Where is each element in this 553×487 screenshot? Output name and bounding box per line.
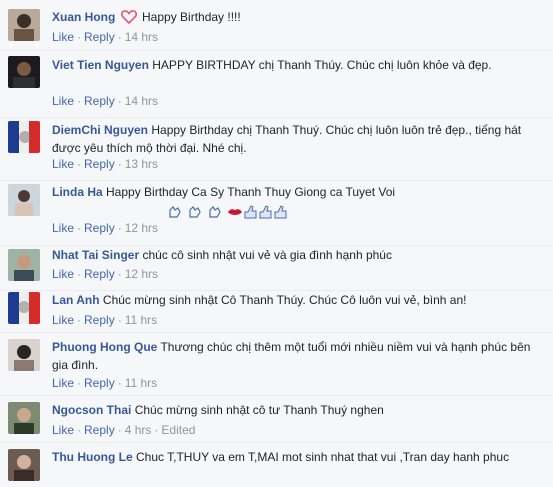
comment: Xuan Hong Happy Birthday !!!! Like · Reply… <box>0 0 553 50</box>
avatar[interactable] <box>8 292 40 324</box>
comment-actions: Like · Reply · 14 hrs <box>52 93 158 109</box>
comment-actions: Like · Reply · 13 hrs <box>52 156 158 172</box>
avatar[interactable] <box>8 339 40 371</box>
timestamp[interactable]: 14 hrs <box>125 30 158 44</box>
comment-text: Chúc mừng sinh nhật cô tư Thanh Thuý ngh… <box>134 403 384 417</box>
comment: Nhat Tai Singer chúc cô sinh nhật vui vẻ… <box>0 246 553 290</box>
comment-actions: Like · Reply · 11 hrs <box>52 312 157 328</box>
comment-actions: Like · Reply · 4 hrs · Edited <box>52 422 195 438</box>
separator: · <box>77 30 82 44</box>
comment: Thu Huong Le Chuc T,THUY va em T,MAI mot… <box>0 443 553 487</box>
timestamp[interactable]: 14 hrs <box>125 94 158 108</box>
like-button[interactable]: Like <box>52 30 74 44</box>
comment: Linda Ha Happy Birthday Ca Sy Thanh Thuy… <box>0 181 553 245</box>
comment-author[interactable]: Nhat Tai Singer <box>52 248 139 262</box>
timestamp[interactable]: 11 hrs <box>125 313 157 327</box>
comment-author[interactable]: Lan Anh <box>52 293 100 307</box>
like-button[interactable]: Like <box>52 94 74 108</box>
comment-actions: Like · Reply · 12 hrs <box>52 220 158 236</box>
timestamp[interactable]: 12 hrs <box>125 267 158 281</box>
separator: · <box>77 423 82 437</box>
like-button[interactable]: Like <box>52 376 74 390</box>
comment: Ngocson Thai Chúc mừng sinh nhật cô tư T… <box>0 396 553 442</box>
avatar[interactable] <box>8 9 40 41</box>
comment-author[interactable]: Thu Huong Le <box>52 450 133 464</box>
comment-actions: Like · Reply · 11 hrs <box>52 375 157 391</box>
comment-author[interactable]: Ngocson Thai <box>52 403 131 417</box>
reply-button[interactable]: Reply <box>84 30 115 44</box>
separator: · <box>117 313 122 327</box>
kiss-lips-icon <box>228 209 242 215</box>
separator: · <box>117 376 122 390</box>
timestamp[interactable]: 12 hrs <box>125 221 158 235</box>
separator: · <box>77 157 82 171</box>
comment-actions: Like · Reply · 14 hrs <box>52 29 158 45</box>
separator: · <box>117 267 122 281</box>
separator: · <box>77 94 82 108</box>
separator: · <box>77 267 82 281</box>
like-button[interactable]: Like <box>52 423 74 437</box>
separator: · <box>117 423 122 437</box>
emoji-row <box>167 203 289 219</box>
separator: · <box>117 94 122 108</box>
reply-button[interactable]: Reply <box>84 94 115 108</box>
like-button[interactable]: Like <box>52 313 74 327</box>
avatar[interactable] <box>8 56 40 88</box>
avatar[interactable] <box>8 402 40 434</box>
separator: · <box>154 423 159 437</box>
comment-author[interactable]: Phuong Hong Que <box>52 340 157 354</box>
reply-button[interactable]: Reply <box>84 423 115 437</box>
comment-text: Chuc T,THUY va em T,MAI mot sinh nhat th… <box>136 450 510 464</box>
reply-button[interactable]: Reply <box>84 157 115 171</box>
separator: · <box>77 313 82 327</box>
comment-list: Xuan Hong Happy Birthday !!!! Like · Reply… <box>0 0 553 487</box>
avatar[interactable] <box>8 249 40 281</box>
avatar[interactable] <box>8 184 40 216</box>
thumbs-up-icon <box>244 205 287 219</box>
comment-author[interactable]: Xuan Hong <box>52 10 115 24</box>
timestamp[interactable]: 11 hrs <box>125 376 157 390</box>
comment-text: Happy Birthday Ca Sy Thanh Thuy Giong ca… <box>106 185 396 199</box>
comment-text: chúc cô sinh nhật vui vẻ và gia đình hạn… <box>142 248 392 262</box>
separator: · <box>77 376 82 390</box>
heart-icon <box>120 10 137 24</box>
comment-text: HAPPY BIRTHDAY chị Thanh Thúy. Chúc chị … <box>152 58 492 72</box>
edited-label[interactable]: Edited <box>161 423 195 437</box>
comment-text: Chúc mừng sinh nhật Cô Thanh Thúy. Chúc … <box>102 293 467 307</box>
timestamp[interactable]: 4 hrs <box>125 423 152 437</box>
comment-author[interactable]: DiemChi Nguyen <box>52 123 148 137</box>
avatar[interactable] <box>8 121 40 153</box>
avatar[interactable] <box>8 449 40 481</box>
separator: · <box>117 30 122 44</box>
separator: · <box>77 221 82 235</box>
comment-author[interactable]: Viet Tien Nguyen <box>52 58 149 72</box>
clapping-hands-icon <box>169 206 221 218</box>
reply-button[interactable]: Reply <box>84 221 115 235</box>
reply-button[interactable]: Reply <box>84 376 115 390</box>
like-button[interactable]: Like <box>52 221 74 235</box>
separator: · <box>117 221 122 235</box>
comment: Lan Anh Chúc mừng sinh nhật Cô Thanh Thú… <box>0 291 553 332</box>
reply-button[interactable]: Reply <box>84 267 115 281</box>
timestamp[interactable]: 13 hrs <box>125 157 158 171</box>
separator: · <box>117 157 122 171</box>
reply-button[interactable]: Reply <box>84 313 115 327</box>
like-button[interactable]: Like <box>52 157 74 171</box>
comment-actions: Like · Reply · 12 hrs <box>52 266 158 282</box>
comment: Viet Tien Nguyen HAPPY BIRTHDAY chị Than… <box>0 51 553 117</box>
comment: Phuong Hong Que Thương chúc chị thêm một… <box>0 333 553 395</box>
comment-author[interactable]: Linda Ha <box>52 185 103 199</box>
like-button[interactable]: Like <box>52 267 74 281</box>
comment: DiemChi Nguyen Happy Birthday chị Thanh … <box>0 118 553 180</box>
comment-text: Happy Birthday !!!! <box>142 10 241 24</box>
